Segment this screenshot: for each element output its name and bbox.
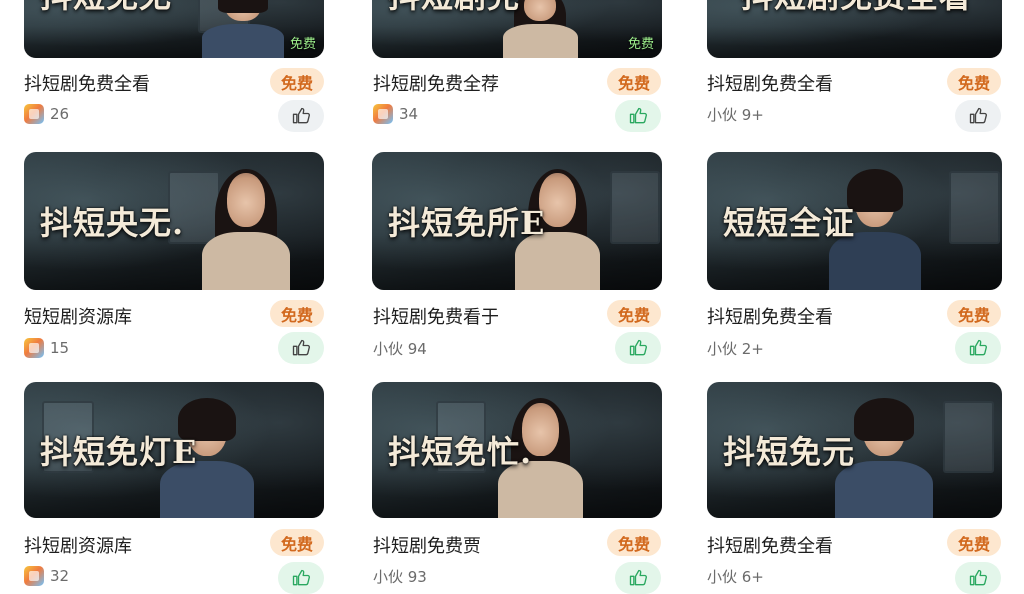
play-count: 15 xyxy=(24,338,69,358)
video-title[interactable]: 短短剧资源库 xyxy=(24,303,132,329)
price-badge: 免费 xyxy=(270,68,324,95)
video-title[interactable]: 抖短剧资源库 xyxy=(24,532,132,558)
price-badge: 免费 xyxy=(947,68,1001,95)
video-title[interactable]: 抖短剧免费全看 xyxy=(24,70,150,96)
like-button[interactable] xyxy=(278,332,324,364)
thumbs-up-icon xyxy=(969,107,987,124)
price-badge: 免费 xyxy=(607,529,661,556)
video-thumbnail[interactable]: 抖短免元 xyxy=(707,382,1002,518)
thumbnail-title: 抖短免灯E xyxy=(40,433,198,471)
thumbs-up-icon xyxy=(292,569,310,586)
play-count: 小伙 6+ xyxy=(707,568,764,586)
video-thumbnail[interactable]: 抖短剧完 免费 xyxy=(372,0,662,58)
free-tag: 免费 xyxy=(289,37,316,52)
price-badge: 免费 xyxy=(607,300,661,327)
video-thumbnail[interactable]: 抖短免灯E xyxy=(24,382,324,518)
play-count: 32 xyxy=(24,566,69,586)
price-badge: 免费 xyxy=(947,300,1001,327)
app-icon xyxy=(24,338,44,358)
app-icon xyxy=(373,104,393,124)
play-count: 小伙 2+ xyxy=(707,340,764,358)
play-count: 小伙 93 xyxy=(373,568,427,586)
video-title[interactable]: 抖短剧免费全看 xyxy=(707,303,833,329)
thumbs-up-icon xyxy=(629,107,647,124)
thumbnail-title: 抖短免忙. xyxy=(388,433,533,471)
thumbnail-title: 抖短剧免费全看 xyxy=(741,0,972,17)
thumbs-up-icon xyxy=(629,339,647,356)
thumbs-up-icon xyxy=(969,569,987,586)
thumbnail-title: 抖短免元 xyxy=(723,433,856,471)
like-button[interactable] xyxy=(955,332,1001,364)
video-thumbnail[interactable]: 抖短剧免费全看 xyxy=(707,0,1002,58)
video-thumbnail[interactable]: 短短全证 xyxy=(707,152,1002,290)
actor-image xyxy=(198,0,288,58)
like-button[interactable] xyxy=(615,332,661,364)
free-tag: 免费 xyxy=(627,37,654,52)
thumbs-up-icon xyxy=(292,107,310,124)
video-title[interactable]: 抖短剧免费贾 xyxy=(373,532,481,558)
app-icon xyxy=(24,566,44,586)
thumbs-up-icon xyxy=(969,339,987,356)
play-count: 小伙 9+ xyxy=(707,106,764,124)
like-button[interactable] xyxy=(955,100,1001,132)
video-thumbnail[interactable]: 抖短央无. xyxy=(24,152,324,290)
video-thumbnail[interactable]: 抖短免忙. xyxy=(372,382,662,518)
price-badge: 免费 xyxy=(270,300,324,327)
thumbs-up-icon xyxy=(629,569,647,586)
like-button[interactable] xyxy=(615,562,661,594)
price-badge: 免费 xyxy=(947,529,1001,556)
video-title[interactable]: 抖短剧免费全看 xyxy=(707,70,833,96)
like-button[interactable] xyxy=(278,100,324,132)
video-title[interactable]: 抖短剧免费看于 xyxy=(373,303,499,329)
price-badge: 免费 xyxy=(607,68,661,95)
play-count: 26 xyxy=(24,104,69,124)
video-thumbnail[interactable]: 抖短免无 免费 xyxy=(24,0,324,58)
thumbnail-title: 抖短剧完 xyxy=(388,0,520,17)
thumbnail-title: 抖短免所E xyxy=(388,204,546,242)
thumbnail-title: 短短全证 xyxy=(723,204,856,242)
like-button[interactable] xyxy=(955,562,1001,594)
play-count: 34 xyxy=(373,104,418,124)
thumbs-up-icon xyxy=(292,339,310,356)
actor-image xyxy=(198,168,294,290)
video-title[interactable]: 抖短剧免费全荐 xyxy=(373,70,499,96)
play-count: 小伙 94 xyxy=(373,340,427,358)
thumbnail-title: 抖短央无. xyxy=(40,204,185,242)
like-button[interactable] xyxy=(615,100,661,132)
video-thumbnail[interactable]: 抖短免所E xyxy=(372,152,662,290)
price-badge: 免费 xyxy=(270,529,324,556)
like-button[interactable] xyxy=(278,562,324,594)
thumbnail-title: 抖短免无 xyxy=(40,0,172,17)
video-title[interactable]: 抖短剧免费全看 xyxy=(707,532,833,558)
app-icon xyxy=(24,104,44,124)
